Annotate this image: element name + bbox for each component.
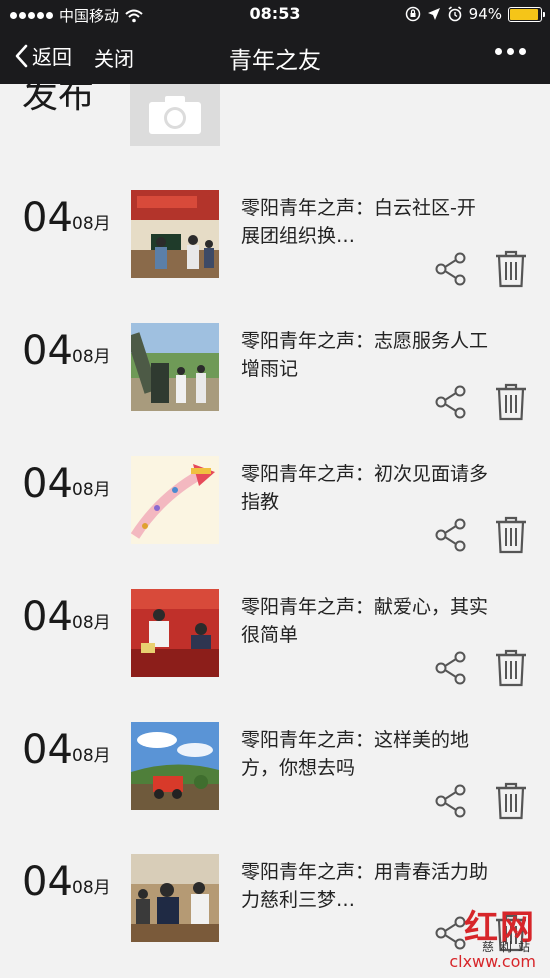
battery-fill [510,8,539,20]
delete-icon[interactable] [494,516,528,554]
item-thumbnail[interactable] [131,190,219,278]
delete-icon[interactable] [494,250,528,288]
share-icon[interactable] [434,784,468,818]
publish-heading-fragment: 发布 [22,84,95,116]
item-month: 08月 [72,480,111,500]
item-month: 08月 [72,214,111,234]
location-icon [427,8,440,20]
back-label: 返回 [32,45,72,69]
battery-percent: 94% [468,5,502,23]
item-day: 04 [22,594,73,640]
add-photo-button[interactable] [130,84,220,146]
article-list: 发布 04 08月 零阳青年之声：白云社区-开展团组织换… 04 08月 零阳青… [0,84,550,978]
item-day: 04 [22,328,73,374]
list-item[interactable]: 04 08月 零阳青年之声：这样美的地方，你想去吗 [0,722,550,855]
item-day: 04 [22,461,73,507]
alarm-icon [448,6,462,22]
item-day: 04 [22,727,73,773]
rotation-lock-icon [405,6,420,22]
list-item[interactable]: 04 08月 零阳青年之声：志愿服务人工增雨记 [0,323,550,456]
item-day: 04 [22,859,73,905]
item-month: 08月 [72,347,111,367]
more-options-button[interactable] [495,48,526,55]
item-thumbnail[interactable] [131,854,219,942]
chevron-left-icon [15,44,28,67]
item-title[interactable]: 零阳青年之声：这样美的地方，你想去吗 [241,726,491,782]
close-button[interactable]: 关闭 [94,43,134,72]
camera-icon [149,96,201,134]
item-thumbnail[interactable] [131,323,219,411]
item-month: 08月 [72,746,111,766]
status-right: 94% [405,5,545,23]
list-item[interactable]: 04 08月 零阳青年之声：白云社区-开展团组织换… [0,190,550,323]
list-item[interactable]: 04 08月 零阳青年之声：献爱心，其实很简单 [0,589,550,722]
watermark-logo: 红网 慈利站 clxww.com [386,900,536,972]
delete-icon[interactable] [494,782,528,820]
delete-icon[interactable] [494,649,528,687]
back-button[interactable]: 返回 [14,41,72,70]
item-title[interactable]: 零阳青年之声：白云社区-开展团组织换… [241,194,491,250]
share-icon[interactable] [434,651,468,685]
watermark-url: clxww.com [449,952,536,971]
share-icon[interactable] [434,252,468,286]
item-title[interactable]: 零阳青年之声：献爱心，其实很简单 [241,593,491,649]
page-title: 青年之友 [229,48,321,74]
share-icon[interactable] [434,385,468,419]
status-bar: 中国移动 08:53 94% [0,0,550,28]
list-item[interactable]: 04 08月 零阳青年之声：初次见面请多指教 [0,456,550,589]
item-thumbnail[interactable] [131,722,219,810]
item-month: 08月 [72,878,111,898]
item-thumbnail[interactable] [131,456,219,544]
battery-icon [508,6,545,22]
item-day: 04 [22,195,73,241]
nav-bar: 返回 关闭 青年之友 [0,28,550,84]
item-title[interactable]: 零阳青年之声：初次见面请多指教 [241,460,491,516]
item-title[interactable]: 零阳青年之声：志愿服务人工增雨记 [241,327,491,383]
delete-icon[interactable] [494,383,528,421]
item-month: 08月 [72,613,111,633]
share-icon[interactable] [434,518,468,552]
item-thumbnail[interactable] [131,589,219,677]
